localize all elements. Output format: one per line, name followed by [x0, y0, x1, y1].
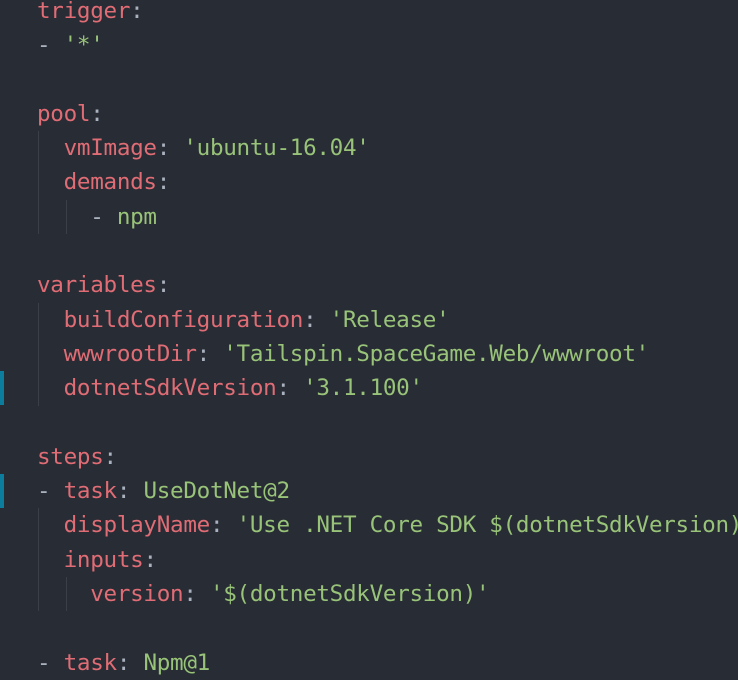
indent-guide: [38, 371, 39, 406]
token-punct: :: [130, 0, 144, 24]
token-str: npm: [116, 203, 157, 230]
token-str: '*': [63, 32, 104, 59]
code-line[interactable]: steps:: [0, 440, 738, 474]
code-line[interactable]: wwwrootDir: 'Tailspin.SpaceGame.Web/wwwr…: [0, 336, 738, 372]
token-dash: -: [37, 649, 64, 676]
token-punct: :: [183, 581, 210, 608]
indent-guide: [38, 165, 39, 200]
token-str: Npm@1: [143, 649, 210, 676]
code-line[interactable]: displayName: 'Use .NET Core SDK $(dotnet…: [0, 508, 738, 543]
token-str: 'Release': [329, 306, 450, 333]
indent-guide: [38, 508, 39, 543]
code-line[interactable]: trigger:: [0, 0, 738, 28]
token-str: 'ubuntu-16.04': [183, 135, 370, 162]
token-key: trigger: [37, 0, 131, 24]
code-line[interactable]: - '*': [0, 28, 738, 62]
code-line[interactable]: - npm: [0, 199, 738, 235]
code-line[interactable]: [0, 234, 738, 268]
token-key: buildConfiguration: [63, 306, 304, 333]
token-punct: :: [103, 443, 118, 470]
code-line[interactable]: [0, 611, 738, 645]
indent-guide: [38, 577, 39, 612]
token-key: vmImage: [63, 135, 157, 162]
code-line[interactable]: demands:: [0, 165, 738, 200]
code-line[interactable]: - task: Npm@1: [0, 646, 738, 680]
token-key: inputs: [63, 546, 144, 573]
token-key: dotnetSdkVersion: [63, 375, 277, 402]
token-punct: :: [116, 649, 144, 676]
token-key: steps: [37, 443, 104, 470]
code-line[interactable]: [0, 406, 738, 440]
token-dash: -: [37, 478, 64, 505]
indent-guide: [38, 199, 39, 235]
token-key: variables: [37, 272, 157, 299]
indent-guide: [65, 577, 67, 612]
indent-guide: [38, 131, 39, 166]
token-str: '3.1.100': [303, 375, 423, 402]
code-line[interactable]: [0, 63, 738, 97]
token-punct: :: [156, 135, 184, 162]
code-line[interactable]: dotnetSdkVersion: '3.1.100': [0, 371, 738, 406]
code-line[interactable]: variables:: [0, 268, 738, 302]
token-dash: -: [90, 203, 117, 230]
token-punct: :: [156, 169, 171, 196]
token-punct: :: [90, 100, 104, 127]
token-key: task: [63, 649, 118, 676]
token-str: 'Tailspin.SpaceGame.Web/wwwroot': [223, 340, 649, 367]
indent-guide: [38, 302, 39, 337]
indent-guide: [38, 542, 39, 578]
indent-guide: [38, 336, 39, 372]
modified-line-marker: [0, 371, 4, 406]
token-key: task: [63, 478, 118, 505]
token-key: wwwrootDir: [63, 340, 197, 367]
token-punct: :: [276, 375, 304, 402]
token-key: displayName: [63, 512, 211, 539]
token-punct: :: [116, 478, 144, 505]
code-editor[interactable]: trigger: - '*' pool: vmImage: 'ubuntu-16.0…: [0, 0, 738, 680]
token-dash: -: [37, 32, 64, 59]
modified-line-marker: [0, 474, 4, 509]
token-key: pool: [37, 100, 91, 127]
token-str: 'Use .NET Core SDK $(dotnetSdkVersion)': [236, 512, 738, 539]
token-punct: :: [156, 272, 171, 299]
code-line[interactable]: - task: UseDotNet@2: [0, 474, 738, 509]
token-punct: :: [303, 306, 330, 333]
code-line[interactable]: vmImage: 'ubuntu-16.04': [0, 131, 738, 166]
code-line[interactable]: version: '$(dotnetSdkVersion)': [0, 577, 738, 612]
token-str: '$(dotnetSdkVersion)': [209, 581, 490, 608]
token-punct: :: [196, 340, 224, 367]
indent-guide: [65, 199, 67, 235]
code-line[interactable]: pool:: [0, 97, 738, 131]
token-punct: :: [209, 512, 237, 539]
token-key: version: [90, 581, 184, 608]
code-line[interactable]: inputs:: [0, 542, 738, 578]
token-str: UseDotNet@2: [143, 478, 290, 505]
token-key: demands: [63, 169, 157, 196]
code-line[interactable]: buildConfiguration: 'Release': [0, 302, 738, 337]
token-punct: :: [143, 546, 157, 573]
